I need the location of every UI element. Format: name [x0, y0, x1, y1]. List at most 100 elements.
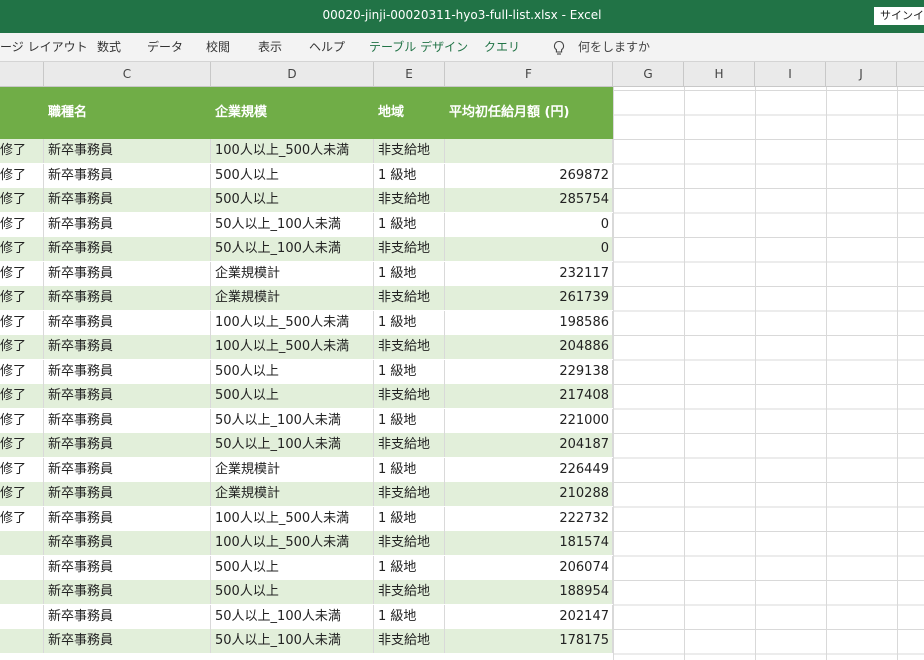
- tab-table-design[interactable]: テーブル デザイン: [369, 33, 468, 62]
- cell-region[interactable]: 1 級地: [374, 555, 445, 580]
- signin-button[interactable]: サインイン: [874, 7, 924, 25]
- cell-region[interactable]: 1 級地: [374, 604, 445, 629]
- cell-region[interactable]: 1 級地: [374, 506, 445, 531]
- cell-company-size[interactable]: 100人以上_500人未満: [211, 335, 374, 359]
- column-header-g[interactable]: G: [613, 62, 684, 87]
- cell-stub[interactable]: 修了: [0, 163, 44, 188]
- cell-job-title[interactable]: 新卒事務員: [44, 310, 211, 335]
- cell-company-size[interactable]: 50人以上_100人未満: [211, 629, 374, 653]
- column-header-d[interactable]: D: [211, 62, 374, 87]
- empty-cells[interactable]: [613, 87, 924, 660]
- cell-stub[interactable]: 修了: [0, 212, 44, 237]
- cell-company-size[interactable]: 500人以上: [211, 555, 374, 580]
- cell-stub[interactable]: 修了: [0, 188, 44, 212]
- cell-job-title[interactable]: 新卒事務員: [44, 408, 211, 433]
- cell-salary[interactable]: 285754: [445, 188, 613, 212]
- tab-review[interactable]: 校閲: [206, 33, 230, 62]
- cell-stub[interactable]: 修了: [0, 286, 44, 310]
- lightbulb-icon[interactable]: [552, 40, 566, 56]
- cell-company-size[interactable]: 50人以上_100人未満: [211, 433, 374, 457]
- cell-salary[interactable]: 226449: [445, 457, 613, 482]
- column-header-k[interactable]: [897, 62, 924, 87]
- cell-company-size[interactable]: 500人以上: [211, 384, 374, 408]
- cell-region[interactable]: 非支給地: [374, 188, 445, 212]
- cell-job-title[interactable]: 新卒事務員: [44, 212, 211, 237]
- column-header-c[interactable]: C: [44, 62, 211, 87]
- cell-job-title[interactable]: 新卒事務員: [44, 629, 211, 653]
- cell-job-title[interactable]: 新卒事務員: [44, 580, 211, 604]
- column-header-h[interactable]: H: [684, 62, 755, 87]
- cell-company-size[interactable]: 企業規模計: [211, 261, 374, 286]
- cell-stub[interactable]: [0, 555, 44, 580]
- cell-stub[interactable]: 修了: [0, 335, 44, 359]
- cell-job-title[interactable]: 新卒事務員: [44, 506, 211, 531]
- cell-region[interactable]: 1 級地: [374, 457, 445, 482]
- cell-job-title[interactable]: 新卒事務員: [44, 335, 211, 359]
- cell-job-title[interactable]: 新卒事務員: [44, 261, 211, 286]
- cell-stub[interactable]: 修了: [0, 310, 44, 335]
- cell-job-title[interactable]: 新卒事務員: [44, 384, 211, 408]
- cell-job-title[interactable]: 新卒事務員: [44, 604, 211, 629]
- cell-salary[interactable]: 204886: [445, 335, 613, 359]
- sheet-grid[interactable]: 職種名 企業規模 地域 平均初任給月額 (円) 修了 新卒事務員 100人以上_50…: [0, 87, 924, 660]
- cell-company-size[interactable]: 100人以上_500人未満: [211, 310, 374, 335]
- tab-help[interactable]: ヘルプ: [309, 33, 345, 62]
- cell-salary[interactable]: 198586: [445, 310, 613, 335]
- cell-salary[interactable]: 229138: [445, 359, 613, 384]
- cell-region[interactable]: 非支給地: [374, 139, 445, 163]
- cell-salary[interactable]: 210288: [445, 482, 613, 506]
- cell-region[interactable]: 非支給地: [374, 286, 445, 310]
- column-header-e[interactable]: E: [374, 62, 445, 87]
- cell-salary[interactable]: 181574: [445, 531, 613, 555]
- cell-salary[interactable]: 261739: [445, 286, 613, 310]
- cell-salary[interactable]: 221000: [445, 408, 613, 433]
- cell-region[interactable]: 非支給地: [374, 580, 445, 604]
- header-avg-salary[interactable]: 平均初任給月額 (円): [445, 87, 569, 139]
- tab-query[interactable]: クエリ: [484, 33, 520, 62]
- cell-job-title[interactable]: 新卒事務員: [44, 163, 211, 188]
- cell-stub[interactable]: 修了: [0, 139, 44, 163]
- cell-salary[interactable]: 178175: [445, 629, 613, 653]
- cell-job-title[interactable]: 新卒事務員: [44, 482, 211, 506]
- cell-company-size[interactable]: 500人以上: [211, 580, 374, 604]
- tab-formulas[interactable]: 数式: [97, 33, 121, 62]
- cell-stub[interactable]: [0, 531, 44, 555]
- cell-region[interactable]: 非支給地: [374, 629, 445, 653]
- tell-me-search[interactable]: 何をしますか: [578, 33, 650, 62]
- cell-job-title[interactable]: 新卒事務員: [44, 188, 211, 212]
- cell-company-size[interactable]: 企業規模計: [211, 457, 374, 482]
- cell-job-title[interactable]: 新卒事務員: [44, 555, 211, 580]
- tab-data[interactable]: データ: [147, 33, 183, 62]
- cell-region[interactable]: 1 級地: [374, 163, 445, 188]
- cell-region[interactable]: 非支給地: [374, 433, 445, 457]
- cell-job-title[interactable]: 新卒事務員: [44, 433, 211, 457]
- cell-region[interactable]: 非支給地: [374, 531, 445, 555]
- cell-region[interactable]: 1 級地: [374, 310, 445, 335]
- cell-salary[interactable]: 232117: [445, 261, 613, 286]
- cell-salary[interactable]: 204187: [445, 433, 613, 457]
- cell-company-size[interactable]: 500人以上: [211, 188, 374, 212]
- tab-page-layout[interactable]: ージ レイアウト: [0, 33, 88, 62]
- cell-job-title[interactable]: 新卒事務員: [44, 457, 211, 482]
- cell-salary[interactable]: 206074: [445, 555, 613, 580]
- cell-region[interactable]: 非支給地: [374, 237, 445, 261]
- column-header-f[interactable]: F: [445, 62, 613, 87]
- cell-salary[interactable]: 202147: [445, 604, 613, 629]
- header-region[interactable]: 地域: [374, 87, 404, 139]
- cell-salary[interactable]: 217408: [445, 384, 613, 408]
- cell-stub[interactable]: 修了: [0, 482, 44, 506]
- cell-region[interactable]: 1 級地: [374, 261, 445, 286]
- cell-region[interactable]: 非支給地: [374, 335, 445, 359]
- cell-stub[interactable]: 修了: [0, 506, 44, 531]
- cell-company-size[interactable]: 100人以上_500人未満: [211, 139, 374, 163]
- cell-region[interactable]: 1 級地: [374, 212, 445, 237]
- header-job-title[interactable]: 職種名: [44, 87, 87, 139]
- cell-company-size[interactable]: 50人以上_100人未満: [211, 237, 374, 261]
- cell-salary[interactable]: 0: [445, 212, 613, 237]
- column-header-i[interactable]: I: [755, 62, 826, 87]
- cell-stub[interactable]: 修了: [0, 433, 44, 457]
- cell-job-title[interactable]: 新卒事務員: [44, 139, 211, 163]
- cell-salary[interactable]: [445, 139, 613, 163]
- cell-company-size[interactable]: 企業規模計: [211, 482, 374, 506]
- cell-stub[interactable]: 修了: [0, 261, 44, 286]
